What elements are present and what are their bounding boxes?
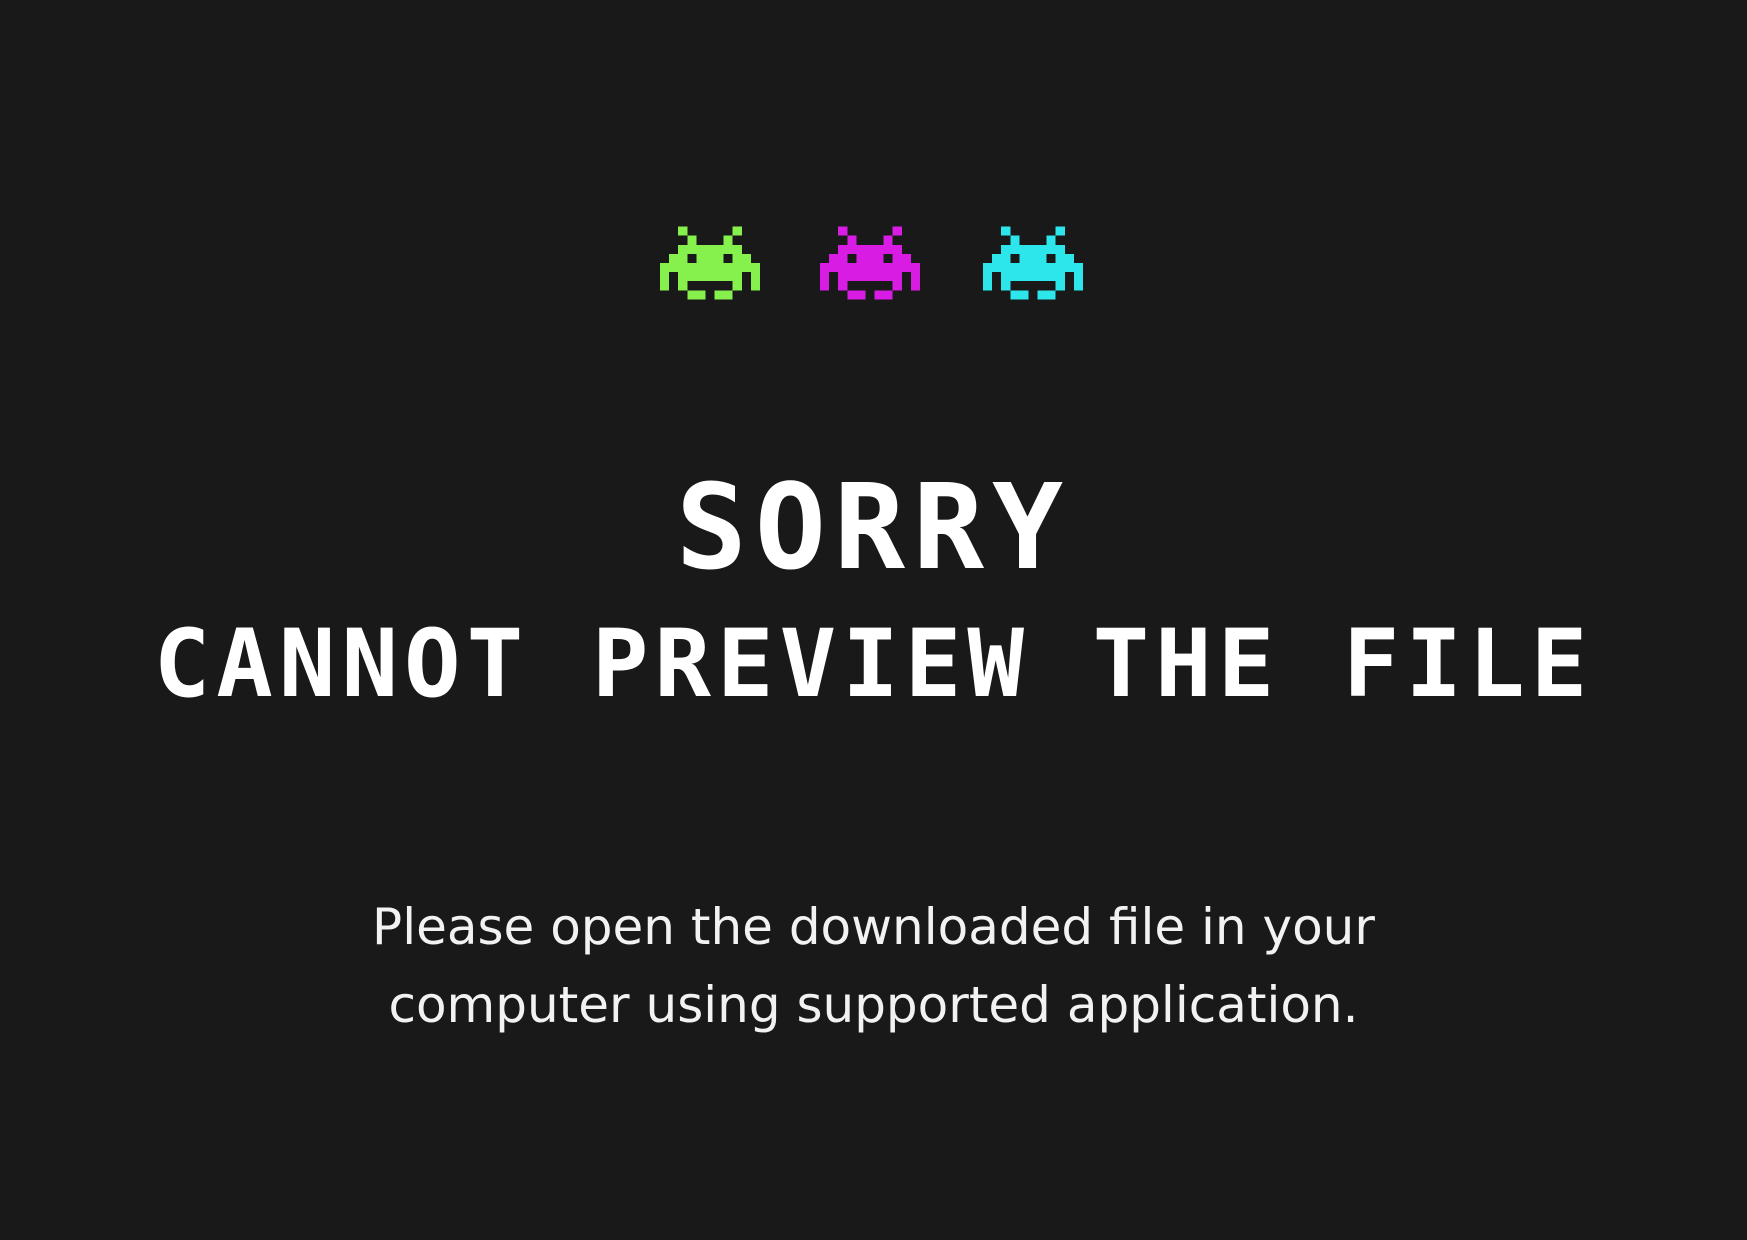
- cannot-preview-heading: CANNOT PREVIEW THE FILE: [153, 610, 1594, 719]
- instruction-line-2: computer using supported application.: [388, 976, 1359, 1034]
- instruction-line-1: Please open the downloaded file in your: [372, 898, 1375, 956]
- cyan-invader-icon: [983, 225, 1083, 301]
- invader-row: [0, 225, 1747, 301]
- green-invader-icon: [660, 225, 760, 301]
- magenta-invader-icon: [820, 225, 920, 301]
- sorry-heading: SORRY: [675, 458, 1072, 596]
- instruction-message: Please open the downloaded file in your …: [0, 888, 1747, 1044]
